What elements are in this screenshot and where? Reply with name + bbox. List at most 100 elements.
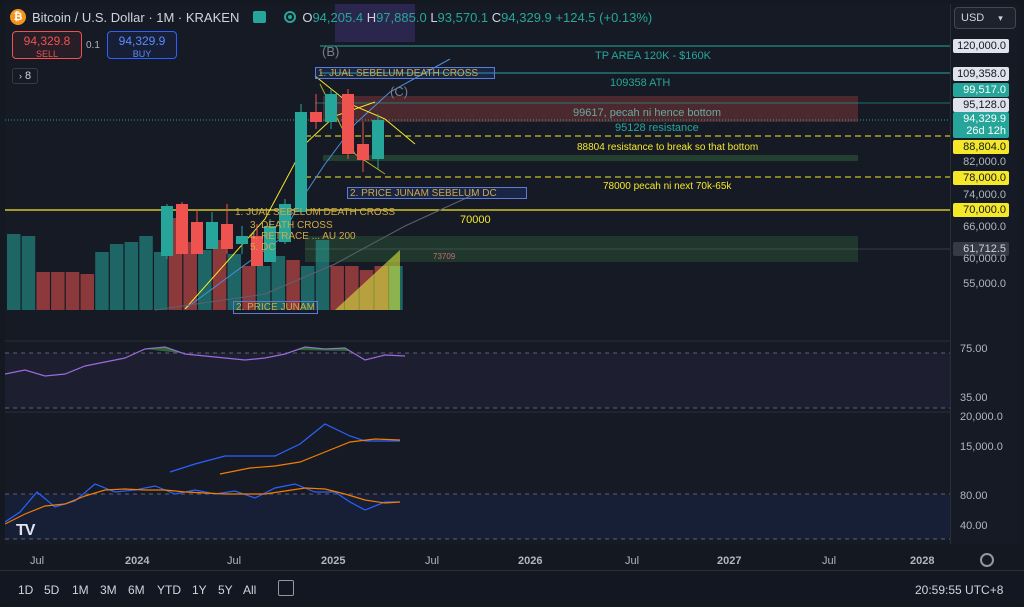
volume-bar <box>95 252 109 310</box>
price-label[interactable]: 26d 12h <box>953 124 1009 138</box>
close-value: 94,329.9 <box>501 9 552 25</box>
open-value: 94,205.4 <box>312 9 364 25</box>
indicators-toggle[interactable]: › 8 <box>12 68 38 84</box>
time-axis-label: 2026 <box>518 555 543 567</box>
candle-body[interactable] <box>357 144 369 160</box>
range-button[interactable]: 5D <box>44 583 59 597</box>
volume-bar <box>65 272 80 310</box>
low-label: L <box>430 9 438 25</box>
chart-canvas[interactable] <box>5 4 950 544</box>
time-axis-label: Jul <box>30 555 45 567</box>
pecah-label[interactable]: 99617, pecah ni hence bottom <box>573 107 721 119</box>
res88-label[interactable]: 88804 resistance to break so that bottom <box>577 142 758 153</box>
range-button[interactable]: 1Y <box>192 583 207 597</box>
death-cross-label[interactable]: 3. DEATH CROSS <box>250 220 333 231</box>
indicator-axis-label: 80.00 <box>960 490 988 502</box>
volume-bar <box>315 240 330 310</box>
rsi-axis-label: 35.00 <box>960 392 988 404</box>
volume-bar <box>7 234 21 310</box>
price-label[interactable]: 95,128.0 <box>953 98 1009 112</box>
support-zone-small <box>323 155 858 161</box>
candle-body[interactable] <box>295 112 307 212</box>
buy-label: BUY <box>132 49 152 59</box>
sell-price: 94,329.8 <box>23 34 71 48</box>
price-label[interactable]: 88,804.0 <box>953 140 1009 154</box>
time-axis-label: Jul <box>425 555 440 567</box>
range-button[interactable]: 6M <box>128 583 145 597</box>
candle-body[interactable] <box>161 206 173 256</box>
chevron-icon: › <box>18 71 22 81</box>
chart-area[interactable]: TP AREA 120K - $160K 1. JUAL SEBELUM DEA… <box>5 4 950 567</box>
close-label: C <box>491 9 502 25</box>
sell-button[interactable]: 94,329.8 SELL <box>12 31 82 59</box>
price-label[interactable]: 60,000.0 <box>953 252 1009 266</box>
jual-box[interactable]: 1. JUAL SEBELUM DEATH CROSS <box>315 67 495 79</box>
spread-value: 0.1 <box>86 40 100 51</box>
settings-icon[interactable] <box>980 553 994 567</box>
tp-area-label[interactable]: TP AREA 120K - $160K <box>595 50 711 62</box>
indicator-axis-label: 40.00 <box>960 520 988 532</box>
open-label: O <box>302 9 313 25</box>
candle-body[interactable] <box>310 112 322 122</box>
calendar-icon[interactable] <box>278 580 294 596</box>
candle-body[interactable] <box>176 204 188 254</box>
flag-icon[interactable] <box>253 11 267 23</box>
volume-bar <box>330 266 344 310</box>
old-jual-label[interactable]: 1. JUAL SEBELUM DEATH CROSS <box>235 207 395 218</box>
wave-b-label: (B) <box>322 44 340 59</box>
sell-label: SELL <box>35 49 59 59</box>
old-price-junam-box[interactable]: 2. PRICE JUNAM <box>233 301 318 314</box>
volume-bar <box>124 242 139 310</box>
res95-label[interactable]: 95128 resistance <box>615 122 699 134</box>
volume-bar <box>80 274 94 310</box>
candle-body[interactable] <box>325 94 337 122</box>
low-value: 93,570.1 <box>437 9 489 25</box>
price-label[interactable]: 74,000.0 <box>953 188 1009 202</box>
price-label[interactable]: 66,000.0 <box>953 220 1009 234</box>
clock[interactable]: 20:59:55 UTC+8 <box>915 583 1003 597</box>
range-button[interactable]: 3M <box>100 583 117 597</box>
price-label[interactable]: 70,000.0 <box>953 203 1009 217</box>
volume-bar <box>154 252 168 310</box>
range-button[interactable]: All <box>243 583 256 597</box>
ohlc-values: O94,205.4 H97,885.0 L93,570.1 C94,329.9 … <box>302 10 652 25</box>
symbol-title[interactable]: Bitcoin / U.S. Dollar · 1M · KRAKEN <box>32 10 239 25</box>
retrace-label[interactable]: 4. RETRACE ... AU 200 <box>250 231 356 242</box>
rsi-axis-label: 75.00 <box>960 343 988 355</box>
price-label[interactable]: 99,517.0 <box>953 83 1009 97</box>
note-78k[interactable]: 78000 pecah ni next 70k-65k <box>603 181 731 192</box>
tradingview-logo[interactable]: TV <box>16 522 35 540</box>
price-junam-box[interactable]: 2. PRICE JUNAM SEBELUM DC <box>347 187 527 199</box>
currency-select[interactable]: USD ▾ <box>954 7 1016 29</box>
price-label[interactable]: 55,000.0 <box>953 277 1009 291</box>
ath-label[interactable]: 109358 ATH <box>610 77 670 89</box>
range-button[interactable]: 1D <box>18 583 33 597</box>
range-button[interactable]: 1M <box>72 583 89 597</box>
indicator-axis-label: 15,000.0 <box>960 441 1003 453</box>
candle-body[interactable] <box>206 222 218 249</box>
candle-body[interactable] <box>221 224 233 249</box>
price-label[interactable]: 120,000.0 <box>953 39 1009 53</box>
bitcoin-icon: ₿ <box>10 9 26 25</box>
candle-body[interactable] <box>372 120 384 159</box>
volume-bar <box>51 272 65 310</box>
bottom-toolbar <box>0 570 1024 607</box>
candle-body[interactable] <box>342 94 354 154</box>
buy-price: 94,329.9 <box>118 34 166 48</box>
buy-button[interactable]: 94,329.9 BUY <box>107 31 177 59</box>
market-status-icon[interactable] <box>284 11 297 23</box>
range-button[interactable]: YTD <box>157 583 181 597</box>
label-73709[interactable]: 73709 <box>433 252 455 261</box>
range-button[interactable]: 5Y <box>218 583 233 597</box>
price-label[interactable]: 82,000.0 <box>953 155 1009 169</box>
volume-bar <box>139 236 153 310</box>
label-70k[interactable]: 70000 <box>460 214 491 226</box>
high-value: 97,885.0 <box>376 9 427 25</box>
candle-body[interactable] <box>236 236 248 244</box>
volume-bar <box>21 236 36 310</box>
candle-body[interactable] <box>191 222 203 254</box>
dc-label[interactable]: 5. DC <box>250 242 276 253</box>
time-axis-label: Jul <box>227 555 242 567</box>
price-label[interactable]: 109,358.0 <box>953 67 1009 81</box>
price-label[interactable]: 78,000.0 <box>953 171 1009 185</box>
